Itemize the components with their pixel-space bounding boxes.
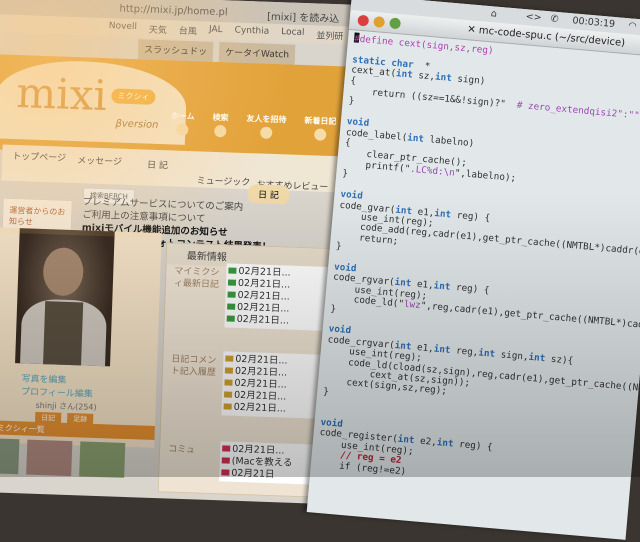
code-editor[interactable]: #define cext(sign,sz,reg) static char * c… [316, 33, 640, 499]
news-section-label: コミュ [167, 444, 196, 456]
menu-diary[interactable]: 日 記 [147, 158, 168, 172]
news-item-text: 02月21日... [233, 389, 287, 403]
news-item-text: 02月21日... [235, 353, 288, 367]
news-item-text: 02月21日... [236, 301, 290, 315]
close-button[interactable] [357, 14, 370, 27]
bullet-icon [221, 457, 230, 464]
signal-icon[interactable]: ◠ [628, 20, 637, 32]
zoom-button[interactable] [389, 17, 402, 30]
bookmark[interactable]: 天気 [149, 23, 168, 39]
news-section-label: 日記コメント記入履歴 [170, 354, 217, 379]
diary-icon [313, 128, 327, 141]
home-icon [175, 123, 189, 136]
code-token: int [477, 347, 496, 360]
page-title: [mixi] を読み込 [266, 11, 340, 26]
bullet-icon [222, 445, 231, 452]
menu-music[interactable]: ミュージック [196, 173, 250, 188]
bookmark[interactable]: 並列研 [316, 28, 344, 44]
code-token: sz){ [544, 353, 574, 367]
news-item-text: 02月21日... [233, 401, 287, 415]
nav-invite[interactable]: 友人を招待 [246, 113, 287, 139]
bullet-icon [228, 267, 237, 274]
code-token: int [395, 68, 414, 81]
code-token: reg, [450, 344, 479, 359]
bullet-icon [224, 367, 234, 374]
code-token: sz, [412, 69, 436, 83]
url-text[interactable]: http://mixi.jp/home.pl [119, 4, 228, 19]
code-icon[interactable]: <> [525, 11, 542, 23]
code-token: e2, [413, 435, 438, 449]
bullet-icon [221, 469, 230, 476]
thumbnail[interactable] [79, 441, 126, 478]
profile-links: 写真を編集 プロフィール編集 [21, 373, 94, 401]
news-item-text: 02月21日... [237, 277, 291, 291]
news-item-text: 02月21日... [236, 313, 290, 327]
news-item-text: 02月21日... [238, 265, 291, 279]
mixi-logo[interactable]: mixi [16, 68, 108, 120]
code-token: int [406, 132, 425, 145]
nav-label: 友人を招待 [246, 114, 287, 125]
code-token: lwz [403, 298, 422, 312]
bullet-icon [227, 279, 237, 286]
bullet-icon [224, 379, 233, 386]
clock[interactable]: 00:03:19 [572, 15, 615, 30]
bullet-icon [225, 355, 234, 362]
news-item-text: (Macを教える [231, 455, 293, 469]
code-token: int [436, 437, 454, 450]
news-section-label: マイミクシィ最新日記 [173, 266, 220, 291]
menu-message[interactable]: メッセージ [77, 153, 122, 168]
code-token: int [434, 71, 453, 85]
code-token: int [528, 351, 546, 364]
bullet-icon [223, 403, 232, 410]
thumbnail[interactable] [0, 437, 20, 475]
bullet-icon [227, 291, 236, 298]
nav-diary[interactable]: 新着日記 [304, 115, 337, 141]
news-item-text: 02月21日... [234, 377, 287, 391]
nav-label: ホーム [170, 111, 195, 122]
bookmark[interactable]: JAL [209, 25, 223, 40]
profile-name: shinji さん(254) [35, 400, 97, 412]
code-token: int [433, 207, 452, 220]
bookmark[interactable]: 台風 [179, 24, 198, 40]
nav-label: 新着日記 [304, 116, 337, 127]
thumbnail[interactable] [26, 439, 73, 477]
tab[interactable]: スラッシュドッ [137, 39, 214, 62]
code-token: int [433, 343, 451, 356]
news-item-text: 02月21日... [237, 289, 290, 303]
code-token: sign) [451, 73, 486, 88]
editor-window: ⌂ <> ✆ 00:03:19 ◠ ✕ mc-code-spu.c (~/src… [306, 0, 640, 540]
news-item-text: 02月21日 [231, 467, 275, 481]
news-item-text: 02月21日... [231, 443, 285, 457]
news-item-text: 02月21日... [234, 365, 288, 379]
tab[interactable]: ケータイWatch [218, 42, 296, 65]
nav-home[interactable]: ホーム [170, 110, 195, 136]
nav-search[interactable]: 検索 [212, 112, 229, 138]
invite-icon [259, 126, 273, 139]
bookmark[interactable]: Local [281, 27, 305, 43]
logo-badge: ミクシィ [111, 88, 156, 105]
bookmark[interactable]: Cynthia [234, 26, 269, 42]
search-icon [213, 124, 227, 138]
edit-profile-link[interactable]: プロフィール編集 [21, 386, 93, 401]
bullet-icon [226, 315, 235, 322]
friend-thumbnails [0, 437, 126, 478]
code-token: } [341, 168, 349, 180]
code-token: int [433, 280, 451, 294]
minimize-button[interactable] [373, 16, 386, 28]
bullet-icon [223, 391, 233, 398]
profile-photo[interactable] [15, 228, 115, 367]
beta-label: βversion [115, 118, 159, 131]
bullet-icon [227, 303, 236, 310]
wifi-icon[interactable]: ⌂ [490, 8, 497, 19]
code-token: } [335, 240, 343, 253]
nav-label: 検索 [212, 112, 229, 123]
menu-top[interactable]: トップページ [12, 149, 66, 164]
bookmark[interactable]: Novell [109, 21, 137, 37]
phone-icon[interactable]: ✆ [550, 13, 559, 25]
